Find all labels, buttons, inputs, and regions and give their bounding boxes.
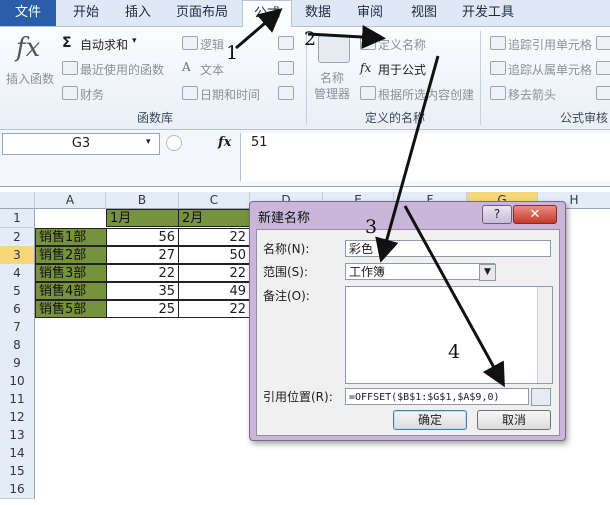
arrow-1 [235, 8, 283, 50]
annotation-arrows [235, 8, 505, 388]
arrow-3 [375, 55, 440, 263]
arrow-4 [403, 205, 505, 388]
arrow-2 [307, 25, 386, 49]
